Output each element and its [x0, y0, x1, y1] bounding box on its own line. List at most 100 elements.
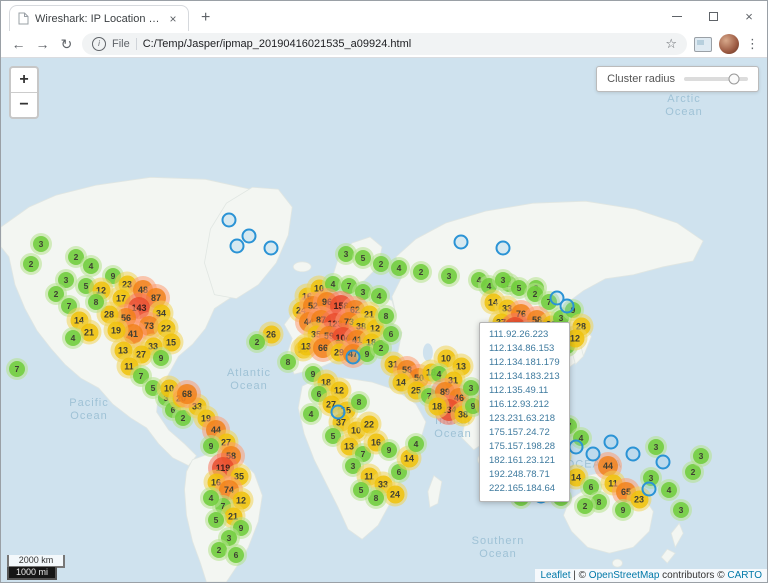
ip-address[interactable]: 112.134.181.179: [489, 356, 560, 370]
ip-point-marker[interactable]: [229, 238, 245, 254]
cluster-marker[interactable]: 4: [388, 257, 410, 279]
map-attribution: Leaflet | © OpenStreetMap contributors ©…: [535, 569, 767, 582]
url-scheme-chip: File: [112, 38, 130, 50]
attribution-text: contributors ©: [659, 570, 728, 581]
ip-point-marker[interactable]: [495, 240, 511, 256]
reload-icon[interactable]: ↻: [58, 36, 75, 53]
ip-point-marker[interactable]: [568, 439, 584, 455]
cluster-marker[interactable]: 9: [612, 499, 634, 521]
ip-address[interactable]: 111.92.26.223: [489, 328, 560, 342]
ip-address[interactable]: 175.157.24.72: [489, 426, 560, 440]
cluster-marker[interactable]: 8: [375, 305, 397, 327]
profile-avatar[interactable]: [719, 34, 739, 54]
cluster-marker[interactable]: 5: [350, 479, 372, 501]
osm-link[interactable]: OpenStreetMap: [589, 570, 660, 581]
browser-menu-icon[interactable]: ⋮: [746, 36, 759, 52]
cluster-marker[interactable]: 8: [85, 291, 107, 313]
cluster-marker[interactable]: 4: [300, 403, 322, 425]
url-text[interactable]: C:/Temp/Jasper/ipmap_20190416021535_a099…: [143, 38, 660, 50]
extension-icon[interactable]: [694, 36, 712, 52]
cluster-count: 2: [577, 498, 593, 514]
ip-point-marker[interactable]: [559, 298, 575, 314]
ip-point-marker[interactable]: [330, 404, 346, 420]
carto-link[interactable]: CARTO: [727, 570, 762, 581]
address-bar[interactable]: i File C:/Temp/Jasper/ipmap_201904160215…: [82, 33, 687, 55]
cluster-count: 7: [9, 361, 25, 377]
cluster-marker[interactable]: 9: [150, 347, 172, 369]
cluster-count: 4: [65, 330, 81, 346]
cluster-marker[interactable]: 2: [410, 261, 432, 283]
cluster-marker[interactable]: 3: [438, 265, 460, 287]
ip-point-marker[interactable]: [585, 446, 601, 462]
ip-address[interactable]: 222.165.184.64: [489, 482, 560, 496]
cluster-marker[interactable]: 8: [348, 391, 370, 413]
cluster-radius-label: Cluster radius: [607, 73, 675, 85]
cluster-count: 8: [351, 394, 367, 410]
minimize-button[interactable]: [659, 1, 695, 31]
ip-address[interactable]: 175.157.198.28: [489, 440, 560, 454]
cluster-marker[interactable]: 4: [405, 433, 427, 455]
ip-address[interactable]: 112.134.183.213: [489, 370, 560, 384]
cluster-marker[interactable]: 2: [20, 253, 42, 275]
cluster-count: 24: [386, 485, 404, 503]
ip-point-marker[interactable]: [241, 228, 257, 244]
ip-point-marker[interactable]: [655, 454, 671, 470]
cluster-count: 8: [88, 294, 104, 310]
cluster-marker[interactable]: 4: [658, 479, 680, 501]
cluster-marker[interactable]: 68: [173, 380, 201, 408]
cluster-count: 9: [615, 502, 631, 518]
cluster-marker[interactable]: 7: [6, 358, 28, 380]
cluster-marker[interactable]: 2: [246, 331, 268, 353]
browser-window: Wireshark: IP Location Map × + × ← → ↻ i…: [0, 0, 768, 583]
new-tab-button[interactable]: +: [201, 10, 210, 26]
back-icon[interactable]: ←: [10, 36, 27, 52]
ip-address[interactable]: 192.248.78.71: [489, 468, 560, 482]
zoom-out-button[interactable]: −: [11, 92, 37, 117]
cluster-marker[interactable]: 3: [690, 445, 712, 467]
ip-address[interactable]: 182.161.23.121: [489, 454, 560, 468]
cluster-marker[interactable]: 4: [200, 487, 222, 509]
ip-point-marker[interactable]: [221, 212, 237, 228]
ocean-label: Southern Ocean: [471, 535, 525, 560]
zoom-in-button[interactable]: +: [11, 68, 37, 92]
ip-point-marker[interactable]: [603, 434, 619, 450]
cluster-marker[interactable]: 18: [424, 393, 450, 419]
ip-point-marker[interactable]: [641, 481, 657, 497]
minimize-icon: [672, 15, 682, 17]
browser-tab[interactable]: Wireshark: IP Location Map ×: [9, 5, 189, 31]
forward-icon[interactable]: →: [34, 36, 51, 52]
cluster-count: 3: [33, 236, 49, 252]
ocean-label: Arctic Ocean: [665, 93, 703, 118]
maximize-icon: [708, 11, 718, 21]
cluster-count: 68: [177, 384, 197, 404]
ip-address[interactable]: 112.135.49.11: [489, 384, 560, 398]
info-icon[interactable]: i: [92, 37, 106, 51]
ip-address[interactable]: 112.134.86.153: [489, 342, 560, 356]
cluster-count: 6: [228, 547, 244, 563]
close-window-button[interactable]: ×: [731, 1, 767, 31]
cluster-count: 2: [413, 264, 429, 280]
bookmark-star-icon[interactable]: ☆: [665, 36, 677, 52]
ip-point-marker[interactable]: [345, 349, 361, 365]
cluster-radius-slider[interactable]: [684, 73, 748, 85]
ip-address[interactable]: 116.12.93.212: [489, 398, 560, 412]
cluster-count: 3: [463, 380, 479, 396]
page-icon: [18, 12, 29, 25]
cluster-radius-thumb[interactable]: [728, 73, 740, 85]
cluster-count: 4: [391, 260, 407, 276]
ip-point-marker[interactable]: [625, 446, 641, 462]
cluster-marker[interactable]: 2: [574, 495, 596, 517]
tab-close-icon[interactable]: ×: [166, 12, 180, 26]
cluster-marker[interactable]: 6: [225, 544, 247, 566]
map-canvas[interactable]: + − Cluster radius 2000 km 1000 mi Leafl…: [1, 58, 767, 582]
cluster-marker[interactable]: 3: [30, 233, 52, 255]
cluster-marker[interactable]: 4: [80, 255, 102, 277]
leaflet-link[interactable]: Leaflet: [540, 570, 570, 581]
ip-address[interactable]: 123.231.63.218: [489, 412, 560, 426]
cluster-marker[interactable]: 4: [62, 327, 84, 349]
maximize-button[interactable]: [695, 1, 731, 31]
attribution-text: | ©: [570, 570, 589, 581]
ip-point-marker[interactable]: [263, 240, 279, 256]
ip-point-marker[interactable]: [453, 234, 469, 250]
cluster-marker[interactable]: 3: [670, 499, 692, 521]
